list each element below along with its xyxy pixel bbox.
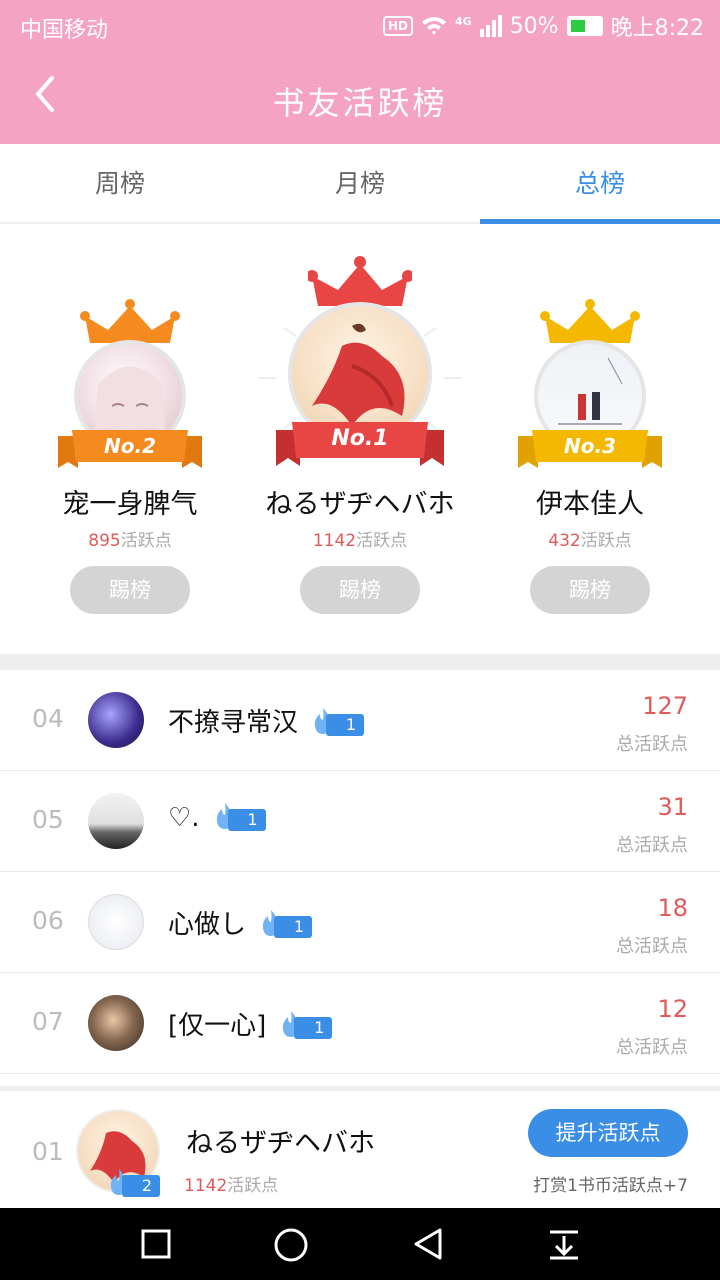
avatar[interactable] [88, 894, 144, 950]
podium-rank-1[interactable]: No.1 ねるザヂヘバホ 1142活跃点 踢榜 [240, 226, 480, 654]
top-three-podium: No.2 宠一身脾气 895活跃点 踢榜 No.1 ねるザヂヘバホ 1142活跃… [0, 226, 720, 654]
points-label: 总活跃点 [616, 936, 688, 957]
rank-label: No.3 [564, 434, 616, 458]
list-item[interactable]: 07 [仅一心] 1 12 总活跃点 [0, 973, 720, 1074]
level-badge: 1 [312, 707, 365, 736]
boost-points-button[interactable]: 提升活跃点 [528, 1109, 688, 1157]
points-line: 895活跃点 [88, 531, 172, 551]
tab-weekly[interactable]: 周榜 [0, 144, 240, 222]
carrier-label: 中国移动 [20, 18, 109, 43]
level-badge: 1 [214, 802, 266, 831]
rank-number: 01 [32, 1137, 64, 1166]
points-line: 1142活跃点 [184, 1176, 279, 1196]
points-line: 432活跃点 [548, 531, 632, 551]
system-nav-bar [0, 1208, 720, 1280]
tab-bar: 周榜 月榜 总榜 [0, 144, 720, 224]
user-name-line: ♡. 1 [168, 802, 266, 833]
level-badge: 1 [280, 1010, 333, 1039]
ranking-list: 04 不撩寻常汉 1 127 总活跃点 05 ♡. 1 31 总活跃点 06 心做し… [0, 670, 720, 1074]
level-badge: 2 [108, 1169, 160, 1197]
avatar[interactable] [88, 692, 144, 748]
battery-percent: 50% [509, 13, 559, 39]
list-item[interactable]: 04 不撩寻常汉 1 127 总活跃点 [0, 670, 720, 771]
user-name: ねるザヂヘバホ [265, 489, 455, 520]
level-badge: 1 [260, 909, 313, 938]
my-rank-card: 01 2 ねるザヂヘバホ 1142活跃点 提升活跃点 打赏1书币活跃点+7 [0, 1086, 720, 1208]
wifi-icon [422, 17, 446, 35]
avatar[interactable] [88, 995, 144, 1051]
user-name-line: 不撩寻常汉 1 [168, 702, 365, 739]
podium-rank-2[interactable]: No.2 宠一身脾气 895活跃点 踢榜 [10, 226, 250, 654]
kick-button[interactable]: 踢榜 [70, 566, 190, 614]
clock: 晚上8:22 [610, 16, 704, 41]
user-name-line: 心做し 1 [168, 904, 313, 941]
tab-overall[interactable]: 总榜 [480, 144, 720, 224]
home-icon[interactable] [272, 1226, 310, 1264]
section-divider [0, 654, 720, 670]
user-name-line: [仅一心] 1 [168, 1005, 333, 1042]
user-name: ねるザヂヘバホ [186, 1128, 375, 1159]
rank-number: 06 [32, 906, 64, 935]
points-label: 总活跃点 [616, 1037, 688, 1058]
points-label: 总活跃点 [616, 835, 688, 856]
battery-icon [566, 16, 603, 36]
points-value: 31 [657, 793, 688, 821]
app-bar: 书友活跃榜 [0, 50, 720, 144]
points-label: 总活跃点 [616, 734, 688, 755]
rank-number: 05 [32, 805, 64, 834]
page-title: 书友活跃榜 [272, 84, 448, 122]
rank-number: 07 [32, 1007, 64, 1036]
reward-tip: 打赏1书币活跃点+7 [533, 1176, 688, 1196]
kick-button[interactable]: 踢榜 [530, 566, 650, 614]
points-value: 12 [657, 995, 688, 1023]
list-item[interactable]: 06 心做し 1 18 总活跃点 [0, 872, 720, 973]
points-value: 18 [657, 894, 688, 922]
user-name: 不撩寻常汉 [168, 708, 299, 738]
hd-icon: HD [382, 16, 413, 36]
avatar[interactable] [88, 793, 144, 849]
rank-label: No.2 [104, 434, 156, 458]
tab-monthly[interactable]: 月榜 [240, 144, 480, 222]
points-value: 127 [642, 692, 688, 720]
user-name: 伊本佳人 [536, 489, 644, 520]
rank-label: No.1 [331, 426, 389, 451]
status-bar: 中国移动 HD 4G 50% 晚上8:22 [0, 0, 720, 50]
user-name: ♡. [168, 803, 200, 833]
kick-button[interactable]: 踢榜 [300, 566, 420, 614]
list-item[interactable]: 05 ♡. 1 31 总活跃点 [0, 771, 720, 872]
back-icon[interactable] [410, 1226, 446, 1262]
recents-icon[interactable] [138, 1226, 174, 1262]
signal-icon [479, 15, 502, 37]
podium-rank-3[interactable]: No.3 伊本佳人 432活跃点 踢榜 [470, 226, 710, 654]
points-line: 1142活跃点 [312, 531, 408, 551]
rank-number: 04 [32, 704, 64, 733]
user-name: [仅一心] [168, 1011, 267, 1041]
user-name: 心做し [168, 910, 247, 940]
user-name: 宠一身脾气 [62, 489, 198, 520]
network-label: 4G [455, 14, 472, 28]
notification-pull-icon[interactable] [546, 1226, 582, 1262]
